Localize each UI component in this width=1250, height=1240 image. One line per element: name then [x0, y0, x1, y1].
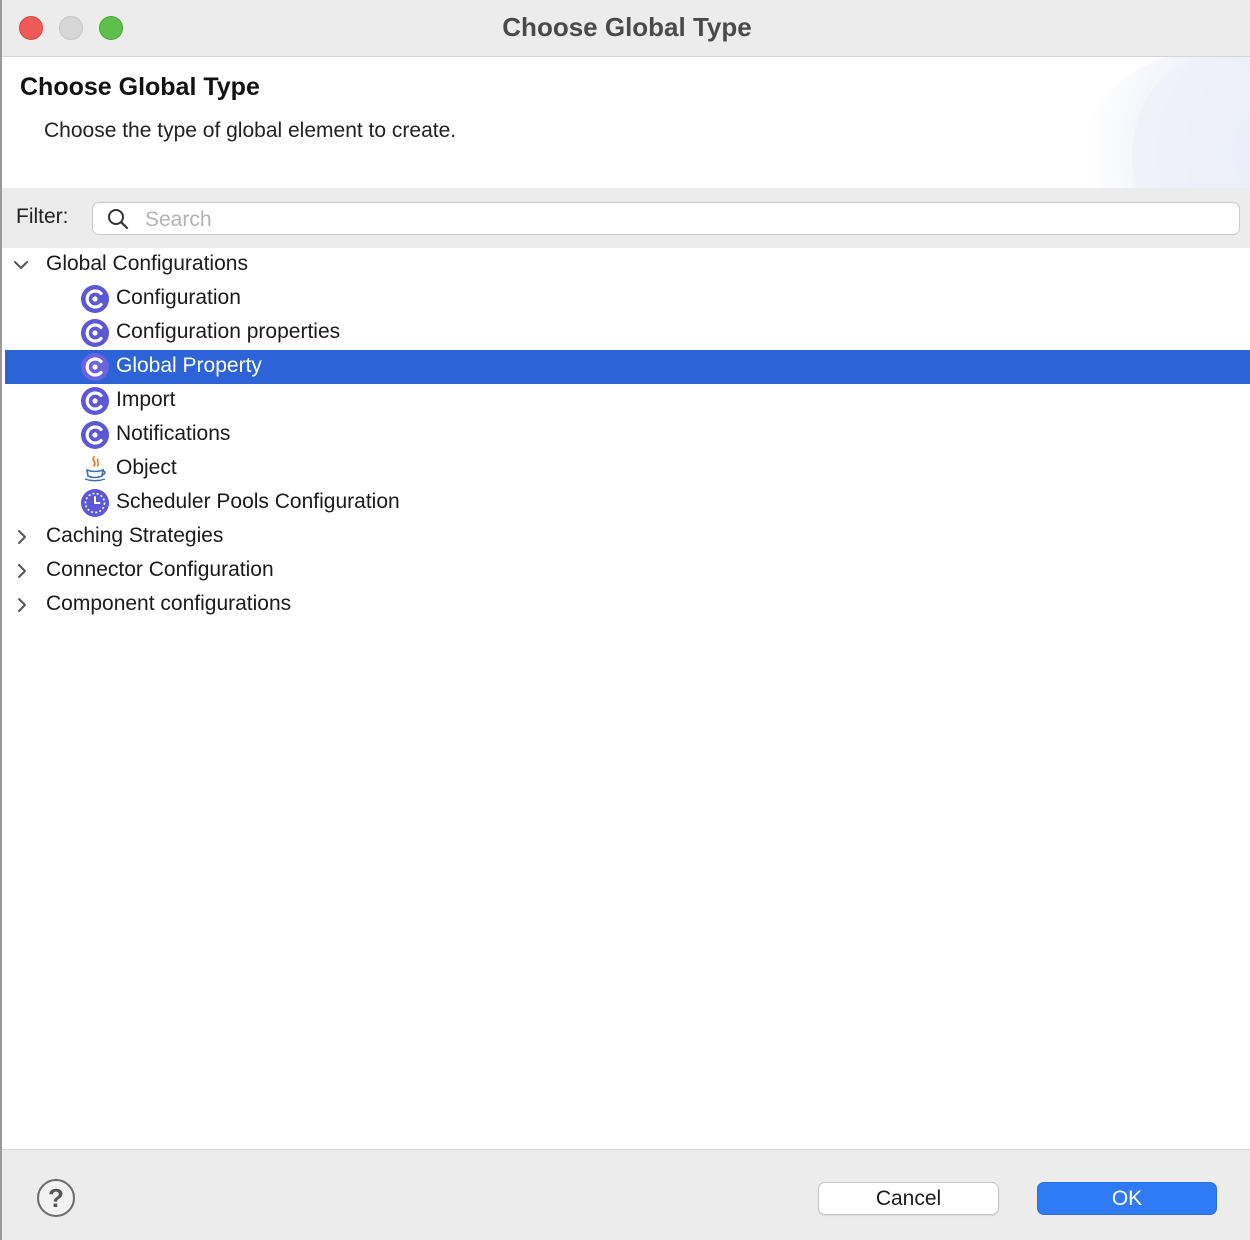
chevron-down-icon[interactable] [11, 255, 31, 275]
cancel-button[interactable]: Cancel [818, 1182, 999, 1215]
global-type-tree: Global Configurations Configuration Conf… [2, 248, 1250, 1148]
tree-item-scheduler-pools-configuration[interactable]: Scheduler Pools Configuration [5, 486, 1250, 520]
config-c-icon [81, 353, 109, 381]
config-c-icon [81, 285, 109, 313]
tree-item-label: Object [116, 456, 177, 479]
dialog-subtitle: Choose the type of global element to cre… [44, 119, 457, 142]
dialog-title: Choose Global Type [20, 73, 260, 101]
chevron-right-icon[interactable] [12, 527, 32, 547]
tree-group-global-configurations[interactable]: Global Configurations [5, 248, 1250, 282]
tree-item-global-property[interactable]: Global Property [5, 350, 1250, 384]
chevron-right-icon[interactable] [12, 561, 32, 581]
tree-item-label: Configuration properties [116, 320, 341, 343]
search-icon [108, 209, 129, 230]
title-bar: Choose Global Type [2, 0, 1250, 57]
choose-global-type-dialog: Choose Global Type Choose Global Type Ch… [0, 0, 1250, 1240]
clock-icon [81, 489, 109, 517]
search-box[interactable] [92, 202, 1240, 235]
tree-item-notifications[interactable]: Notifications [5, 418, 1250, 452]
tree-group-label: Caching Strategies [46, 524, 224, 547]
java-cup-icon [84, 456, 106, 482]
ok-button[interactable]: OK [1037, 1182, 1217, 1215]
help-button[interactable]: ? [37, 1179, 75, 1217]
tree-group-label: Component configurations [46, 592, 292, 615]
tree-group-caching-strategies[interactable]: Caching Strategies [5, 520, 1250, 554]
tree-item-object[interactable]: Object [5, 452, 1250, 486]
tree-item-label: Notifications [116, 422, 231, 445]
filter-bar: Filter: [2, 188, 1250, 248]
tree-item-configuration[interactable]: Configuration [5, 282, 1250, 316]
tree-item-configuration-properties[interactable]: Configuration properties [5, 316, 1250, 350]
chevron-right-icon[interactable] [12, 595, 32, 615]
config-c-icon [81, 319, 109, 347]
tree-item-label: Import [116, 388, 176, 411]
tree-group-connector-configuration[interactable]: Connector Configuration [5, 554, 1250, 588]
tree-group-label: Global Configurations [46, 252, 248, 275]
tree-group-component-configurations[interactable]: Component configurations [5, 588, 1250, 622]
tree-item-label: Scheduler Pools Configuration [116, 490, 400, 513]
tree-item-import[interactable]: Import [5, 384, 1250, 418]
config-c-icon [81, 387, 109, 415]
config-c-icon [81, 421, 109, 449]
search-input[interactable] [143, 205, 1227, 234]
tree-item-label: Configuration [116, 286, 241, 309]
window-title: Choose Global Type [502, 12, 752, 42]
dialog-footer: ? Cancel OK [2, 1149, 1250, 1240]
filter-label: Filter: [16, 205, 69, 228]
tree-item-label: Global Property [116, 354, 262, 377]
tree-group-label: Connector Configuration [46, 558, 274, 581]
dialog-header: Choose Global Type Choose the type of gl… [2, 57, 1250, 188]
